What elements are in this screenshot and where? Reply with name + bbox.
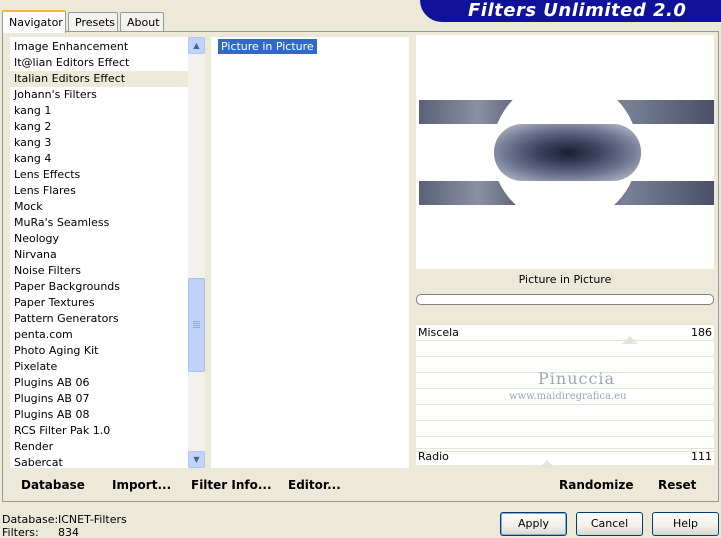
grip-icon bbox=[193, 321, 200, 322]
category-item[interactable]: Paper Backgrounds bbox=[10, 279, 188, 295]
help-button[interactable]: Help bbox=[652, 512, 719, 536]
title-banner: Filters Unlimited 2.0 bbox=[420, 0, 721, 22]
category-item[interactable]: Image Enhancement bbox=[10, 39, 188, 55]
category-item[interactable]: kang 3 bbox=[10, 135, 188, 151]
tab-navigator[interactable]: Navigator bbox=[2, 10, 66, 33]
tab-about[interactable]: About bbox=[120, 12, 164, 32]
slider-row-empty bbox=[416, 420, 714, 436]
slider-label: Miscela bbox=[418, 326, 459, 339]
category-item[interactable]: Lens Effects bbox=[10, 167, 188, 183]
preview-pane bbox=[416, 35, 714, 269]
watermark-site: www.maidiregrafica.eu bbox=[509, 391, 627, 402]
chevron-down-icon: ▼ bbox=[193, 455, 200, 464]
category-item[interactable]: Plugins AB 06 bbox=[10, 375, 188, 391]
category-item[interactable]: Photo Aging Kit bbox=[10, 343, 188, 359]
category-item[interactable]: RCS Filter Pak 1.0 bbox=[10, 423, 188, 439]
slider-label: Radio bbox=[418, 450, 449, 463]
preview-image bbox=[419, 78, 714, 224]
category-item[interactable]: Paper Textures bbox=[10, 295, 188, 311]
category-item[interactable]: MuRa's Seamless bbox=[10, 215, 188, 231]
filters-count-info: Filters: 834 bbox=[2, 526, 79, 538]
database-label: Database: bbox=[2, 513, 59, 526]
slider-row-empty bbox=[416, 340, 714, 356]
category-item[interactable]: penta.com bbox=[10, 327, 188, 343]
category-item[interactable]: Plugins AB 07 bbox=[10, 391, 188, 407]
scroll-up-button[interactable]: ▲ bbox=[188, 37, 205, 54]
filter-item-picture-in-picture[interactable]: Picture in Picture bbox=[218, 39, 317, 54]
category-item[interactable]: Pixelate bbox=[10, 359, 188, 375]
category-item[interactable]: kang 1 bbox=[10, 103, 188, 119]
slider-miscela[interactable]: Miscela 186 bbox=[416, 324, 714, 344]
slider-value: 111 bbox=[691, 450, 712, 463]
filter-list[interactable]: Picture in Picture bbox=[211, 37, 409, 468]
category-item[interactable]: It@lian Editors Effect bbox=[10, 55, 188, 71]
category-item[interactable]: Pattern Generators bbox=[10, 311, 188, 327]
filters-count: 834 bbox=[58, 526, 79, 538]
category-items: Image Enhancement It@lian Editors Effect I… bbox=[10, 39, 188, 471]
scrollbar-thumb[interactable] bbox=[188, 278, 205, 372]
slider-panel: Miscela 186 Radio 111 Pinuccia www.maidi… bbox=[416, 324, 714, 468]
filter-info-button[interactable]: Filter Info... bbox=[191, 476, 272, 494]
category-item[interactable]: Sabercat bbox=[10, 455, 188, 471]
slider-row-empty bbox=[416, 404, 714, 420]
slider-radio[interactable]: Radio 111 bbox=[416, 448, 714, 468]
slider-value: 186 bbox=[691, 326, 712, 339]
chevron-up-icon: ▲ bbox=[193, 41, 200, 50]
category-scrollbar[interactable]: ▲ ▼ bbox=[188, 37, 205, 468]
database-value: ICNET-Filters bbox=[58, 513, 127, 526]
scroll-down-button[interactable]: ▼ bbox=[188, 451, 205, 468]
category-item[interactable]: Lens Flares bbox=[10, 183, 188, 199]
randomize-button[interactable]: Randomize bbox=[559, 476, 633, 494]
category-item[interactable]: Plugins AB 08 bbox=[10, 407, 188, 423]
category-item[interactable]: kang 2 bbox=[10, 119, 188, 135]
category-item[interactable]: Italian Editors Effect bbox=[10, 71, 188, 87]
category-item[interactable]: kang 4 bbox=[10, 151, 188, 167]
category-item[interactable]: Neology bbox=[10, 231, 188, 247]
preview-filter-name: Picture in Picture bbox=[518, 273, 612, 286]
category-list[interactable]: Image Enhancement It@lian Editors Effect I… bbox=[10, 37, 205, 471]
app-title: Filters Unlimited 2.0 bbox=[468, 0, 687, 21]
progress-bar bbox=[416, 294, 714, 305]
tab-presets[interactable]: Presets bbox=[68, 12, 118, 32]
apply-button[interactable]: Apply bbox=[500, 512, 567, 536]
category-item[interactable]: Nirvana bbox=[10, 247, 188, 263]
editor-button[interactable]: Editor... bbox=[288, 476, 341, 494]
watermark-name: Pinuccia bbox=[538, 369, 616, 388]
category-item[interactable]: Mock bbox=[10, 199, 188, 215]
filters-label: Filters: bbox=[2, 526, 39, 538]
import-button[interactable]: Import... bbox=[112, 476, 171, 494]
category-item[interactable]: Noise Filters bbox=[10, 263, 188, 279]
slider-handle[interactable] bbox=[539, 460, 555, 468]
category-item[interactable]: Johann's Filters bbox=[10, 87, 188, 103]
category-item[interactable]: Render bbox=[10, 439, 188, 455]
database-button[interactable]: Database bbox=[21, 476, 85, 494]
navigator-panel: Image Enhancement It@lian Editors Effect I… bbox=[2, 31, 719, 502]
reset-button[interactable]: Reset bbox=[658, 476, 696, 494]
database-info: Database:ICNET-Filters bbox=[2, 513, 127, 526]
cancel-button[interactable]: Cancel bbox=[576, 512, 643, 536]
